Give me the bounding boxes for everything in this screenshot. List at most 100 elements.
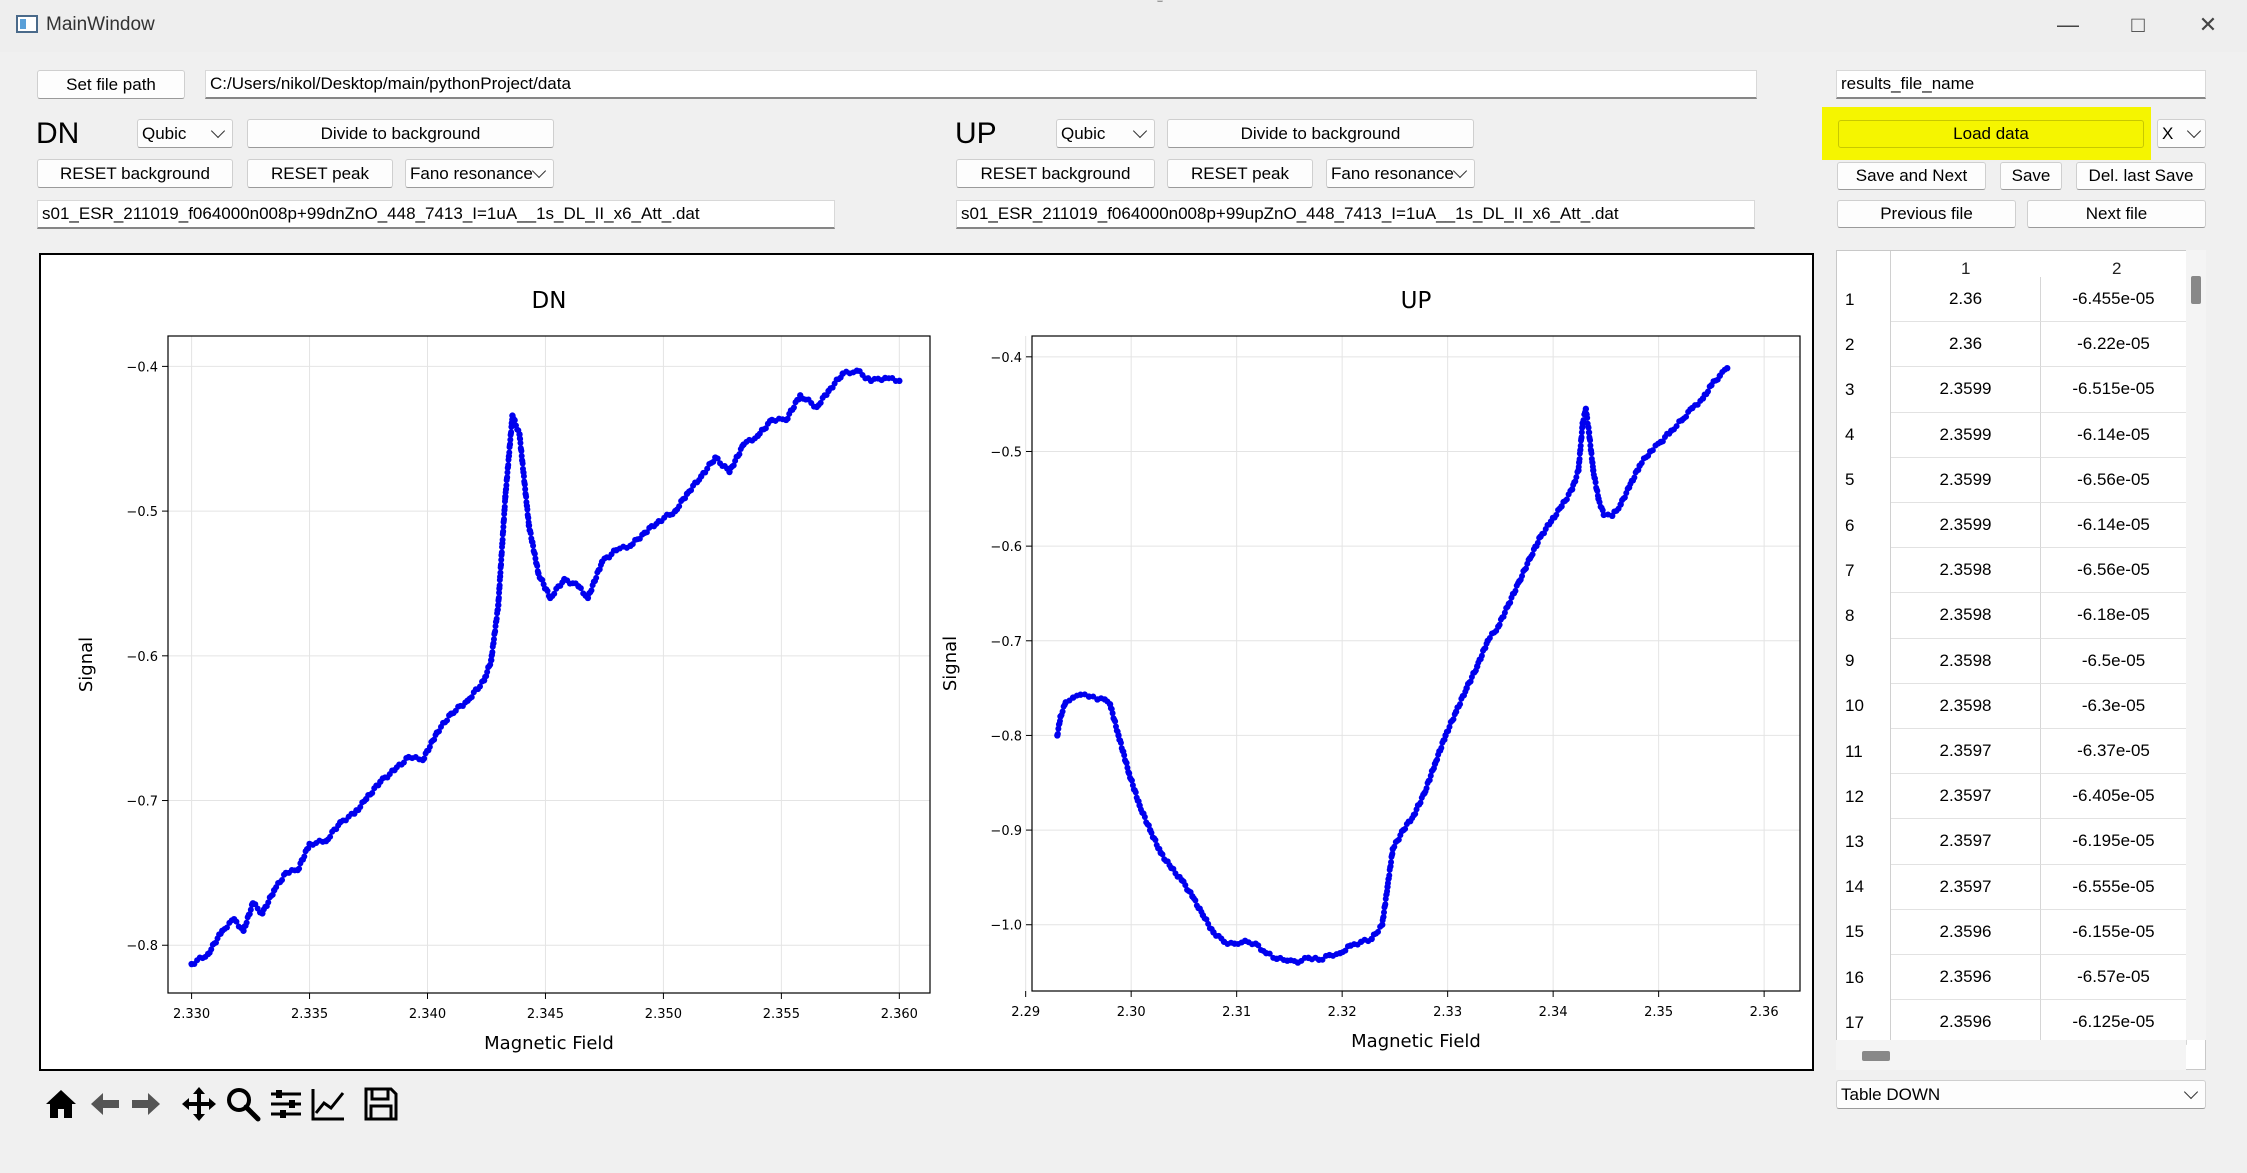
home-icon[interactable] xyxy=(42,1085,80,1123)
table-cell-signal[interactable]: -6.57e-05 xyxy=(2041,955,2187,1001)
up-reset-peak-button[interactable]: RESET peak xyxy=(1167,159,1313,188)
row-header[interactable]: 9 xyxy=(1837,639,1891,684)
save-button[interactable]: Save xyxy=(2000,162,2062,190)
table-cell-signal[interactable]: -6.555e-05 xyxy=(2041,864,2187,910)
save-and-next-button[interactable]: Save and Next xyxy=(1837,162,1986,190)
table-direction-select[interactable]: Table DOWN xyxy=(1836,1080,2206,1109)
table-row[interactable]: 1 2.36 -6.455e-05 xyxy=(1837,277,2187,323)
table-cell-signal[interactable]: -6.22e-05 xyxy=(2041,322,2187,368)
save-figure-icon[interactable] xyxy=(362,1085,400,1123)
results-file-name-field[interactable]: results_file_name xyxy=(1836,70,2206,99)
row-header[interactable]: 8 xyxy=(1837,593,1891,638)
dn-peak-model-select[interactable]: Fano resonance xyxy=(405,159,554,188)
up-peak-model-select[interactable]: Fano resonance xyxy=(1326,159,1475,188)
row-header[interactable]: 10 xyxy=(1837,684,1891,729)
table-row[interactable]: 5 2.3599 -6.56e-05 xyxy=(1837,457,2187,503)
delete-last-save-button[interactable]: Del. last Save xyxy=(2076,162,2206,190)
vertical-scroll-thumb[interactable] xyxy=(2191,276,2201,304)
table-row[interactable]: 8 2.3598 -6.18e-05 xyxy=(1837,593,2187,639)
table-cell-field[interactable]: 2.36 xyxy=(1891,322,2041,368)
table-cell-signal[interactable]: -6.56e-05 xyxy=(2041,548,2187,594)
row-header[interactable]: 3 xyxy=(1837,367,1891,412)
table-cell-signal[interactable]: -6.5e-05 xyxy=(2041,638,2187,684)
table-cell-field[interactable]: 2.3598 xyxy=(1891,638,2041,684)
back-arrow-icon[interactable] xyxy=(86,1085,124,1123)
row-header[interactable]: 1 xyxy=(1837,277,1891,322)
table-cell-field[interactable]: 2.3599 xyxy=(1891,367,2041,413)
row-header[interactable]: 7 xyxy=(1837,548,1891,593)
table-cell-field[interactable]: 2.3597 xyxy=(1891,864,2041,910)
table-row[interactable]: 7 2.3598 -6.56e-05 xyxy=(1837,548,2187,594)
table-row[interactable]: 2 2.36 -6.22e-05 xyxy=(1837,322,2187,368)
row-header[interactable]: 5 xyxy=(1837,458,1891,503)
table-cell-signal[interactable]: -6.155e-05 xyxy=(2041,909,2187,955)
table-cell-signal[interactable]: -6.3e-05 xyxy=(2041,683,2187,729)
table-cell-field[interactable]: 2.3599 xyxy=(1891,412,2041,458)
column-header-1[interactable]: 1 xyxy=(1961,259,1970,279)
table-cell-signal[interactable]: -6.125e-05 xyxy=(2041,1000,2187,1046)
table-cell-field[interactable]: 2.3599 xyxy=(1891,457,2041,503)
table-cell-field[interactable]: 2.3598 xyxy=(1891,593,2041,639)
row-header[interactable]: 16 xyxy=(1837,955,1891,1000)
minimize-icon[interactable]: — xyxy=(2048,10,2088,40)
column-header-2[interactable]: 2 xyxy=(2112,259,2121,279)
table-cell-signal[interactable]: -6.195e-05 xyxy=(2041,819,2187,865)
table-cell-field[interactable]: 2.3596 xyxy=(1891,909,2041,955)
table-cell-field[interactable]: 2.3596 xyxy=(1891,1000,2041,1046)
table-cell-signal[interactable]: -6.515e-05 xyxy=(2041,367,2187,413)
forward-arrow-icon[interactable] xyxy=(127,1085,165,1123)
zoom-icon[interactable] xyxy=(224,1085,262,1123)
plot-canvas[interactable]: 2.330 2.335 2.340 2.345 2.350 2.355 2.360 −0.4 −… xyxy=(39,253,1814,1071)
table-cell-field[interactable]: 2.36 xyxy=(1891,277,2041,323)
table-cell-signal[interactable]: -6.14e-05 xyxy=(2041,503,2187,549)
table-row[interactable]: 15 2.3596 -6.155e-05 xyxy=(1837,909,2187,955)
row-header[interactable]: 15 xyxy=(1837,910,1891,955)
row-header[interactable]: 13 xyxy=(1837,819,1891,864)
pan-icon[interactable] xyxy=(180,1085,218,1123)
up-file-name-field[interactable]: s01_ESR_211019_f064000n008p+99upZnO_448_… xyxy=(956,200,1755,229)
maximize-icon[interactable]: □ xyxy=(2118,10,2158,40)
table-cell-field[interactable]: 2.3597 xyxy=(1891,774,2041,820)
close-icon[interactable]: ✕ xyxy=(2188,10,2228,40)
load-data-button[interactable]: Load data xyxy=(1838,120,2144,148)
row-header[interactable]: 14 xyxy=(1837,865,1891,910)
up-background-fit-select[interactable]: Qubic xyxy=(1056,119,1155,148)
table-cell-signal[interactable]: -6.455e-05 xyxy=(2041,277,2187,323)
row-header[interactable]: 17 xyxy=(1837,1000,1891,1045)
table-row[interactable]: 16 2.3596 -6.57e-05 xyxy=(1837,955,2187,1001)
table-row[interactable]: 14 2.3597 -6.555e-05 xyxy=(1837,864,2187,910)
row-header[interactable]: 12 xyxy=(1837,774,1891,819)
row-header[interactable]: 6 xyxy=(1837,503,1891,548)
dn-divide-to-background-button[interactable]: Divide to background xyxy=(247,119,554,148)
up-divide-to-background-button[interactable]: Divide to background xyxy=(1167,119,1474,148)
table-cell-field[interactable]: 2.3597 xyxy=(1891,729,2041,775)
horizontal-scroll-thumb[interactable] xyxy=(1862,1051,1890,1061)
table-horizontal-scrollbar[interactable] xyxy=(1836,1040,2186,1070)
next-file-button[interactable]: Next file xyxy=(2027,200,2206,228)
dn-file-name-field[interactable]: s01_ESR_211019_f064000n008p+99dnZnO_448_… xyxy=(37,200,835,229)
table-row[interactable]: 4 2.3599 -6.14e-05 xyxy=(1837,412,2187,458)
set-file-path-button[interactable]: Set file path xyxy=(37,70,185,99)
dn-background-fit-select[interactable]: Qubic xyxy=(137,119,233,148)
table-row[interactable]: 12 2.3597 -6.405e-05 xyxy=(1837,774,2187,820)
file-path-field[interactable]: C:/Users/nikol/Desktop/main/pythonProjec… xyxy=(205,70,1757,99)
table-row[interactable]: 3 2.3599 -6.515e-05 xyxy=(1837,367,2187,413)
dn-reset-peak-button[interactable]: RESET peak xyxy=(247,159,393,188)
table-row[interactable]: 13 2.3597 -6.195e-05 xyxy=(1837,819,2187,865)
table-row[interactable]: 9 2.3598 -6.5e-05 xyxy=(1837,638,2187,684)
dn-reset-background-button[interactable]: RESET background xyxy=(37,159,233,188)
table-cell-field[interactable]: 2.3596 xyxy=(1891,955,2041,1001)
edit-axis-icon[interactable] xyxy=(309,1085,347,1123)
table-cell-field[interactable]: 2.3598 xyxy=(1891,683,2041,729)
data-table[interactable]: 1 2 1 2.36 -6.455e-05 2 2.36 -6.22e-05 3 2.3599… xyxy=(1836,250,2206,1070)
table-row[interactable]: 11 2.3597 -6.37e-05 xyxy=(1837,729,2187,775)
table-row[interactable]: 17 2.3596 -6.125e-05 xyxy=(1837,1000,2187,1046)
axis-select[interactable]: X xyxy=(2157,119,2206,148)
table-cell-signal[interactable]: -6.37e-05 xyxy=(2041,729,2187,775)
table-cell-field[interactable]: 2.3597 xyxy=(1891,819,2041,865)
table-cell-signal[interactable]: -6.405e-05 xyxy=(2041,774,2187,820)
row-header[interactable]: 11 xyxy=(1837,729,1891,774)
table-vertical-scrollbar[interactable] xyxy=(2186,250,2206,1040)
configure-subplots-icon[interactable] xyxy=(267,1085,305,1123)
table-cell-field[interactable]: 2.3599 xyxy=(1891,503,2041,549)
